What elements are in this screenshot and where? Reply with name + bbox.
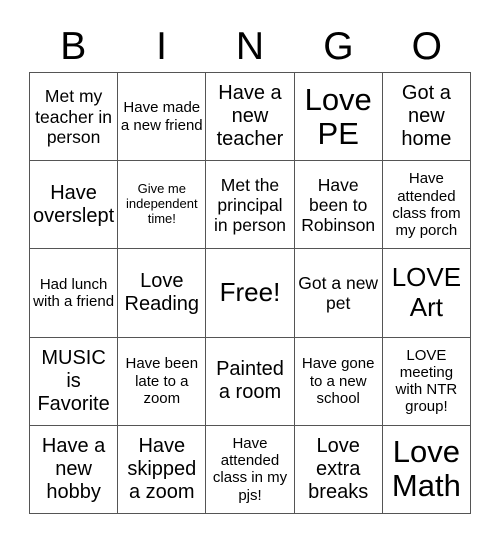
bingo-cell[interactable]: MUSIC is Favorite bbox=[30, 337, 119, 426]
cell-text: Have skipped a zoom bbox=[127, 434, 197, 503]
bingo-cell[interactable]: Had lunch with a friend bbox=[30, 249, 119, 338]
bingo-cell[interactable]: Give me independent time! bbox=[118, 161, 207, 250]
cell-text: Free! bbox=[219, 277, 281, 308]
cell-text: Met the principal in person bbox=[213, 174, 286, 235]
bingo-cell[interactable]: Love Reading bbox=[118, 249, 207, 338]
cell-text: Have been to Robinson bbox=[301, 174, 376, 235]
cell-text: Got a new home bbox=[401, 82, 452, 151]
header-letter-b: B bbox=[60, 25, 87, 68]
cell-text: Love PE bbox=[304, 81, 372, 151]
cell-text: Met my teacher in person bbox=[35, 86, 113, 147]
bingo-header: B I N G O bbox=[29, 22, 471, 72]
bingo-cell[interactable]: Have attended class in my pjs! bbox=[206, 425, 295, 514]
bingo-cell[interactable]: Have a new teacher bbox=[206, 73, 295, 162]
header-letter-n: N bbox=[235, 25, 265, 68]
cell-text: Love Math bbox=[391, 434, 461, 504]
cell-text: Had lunch with a friend bbox=[33, 275, 115, 310]
bingo-cell[interactable]: Have attended class from my porch bbox=[382, 161, 471, 250]
header-letter-o: O bbox=[411, 25, 442, 68]
cell-text: Have made a new friend bbox=[120, 99, 203, 134]
bingo-cell[interactable]: Have overslept bbox=[30, 161, 119, 250]
cell-text: Have gone to a new school bbox=[301, 355, 375, 407]
bingo-cell[interactable]: Met my teacher in person bbox=[30, 73, 119, 162]
bingo-cell[interactable]: Love Math bbox=[382, 425, 471, 514]
cell-text: Have attended class in my pjs! bbox=[212, 434, 288, 504]
bingo-cell[interactable]: Have a new hobby bbox=[30, 425, 119, 514]
cell-text: Give me independent time! bbox=[126, 181, 198, 227]
cell-text: Have attended class from my porch bbox=[392, 170, 461, 240]
cell-text: LOVE Art bbox=[391, 262, 462, 322]
bingo-cell[interactable]: Have been late to a zoom bbox=[118, 337, 207, 426]
header-letter-g: G bbox=[323, 25, 354, 68]
bingo-cell[interactable]: Have skipped a zoom bbox=[118, 425, 207, 514]
bingo-cell[interactable]: Painted a room bbox=[206, 337, 295, 426]
bingo-cell[interactable]: LOVE meeting with NTR group! bbox=[382, 337, 471, 426]
bingo-cell[interactable]: Love PE bbox=[294, 73, 383, 162]
cell-text: Painted a room bbox=[216, 358, 284, 404]
bingo-cell[interactable]: Got a new home bbox=[382, 73, 471, 162]
cell-text: Have been late to a zoom bbox=[125, 355, 199, 407]
cell-text: Love extra breaks bbox=[308, 434, 369, 503]
bingo-cell[interactable]: Have made a new friend bbox=[118, 73, 207, 162]
bingo-cell[interactable]: LOVE Art bbox=[382, 249, 471, 338]
bingo-board: Met my teacher in person Have made a new… bbox=[29, 72, 471, 514]
cell-text: MUSIC is Favorite bbox=[37, 346, 110, 415]
header-letter-i: I bbox=[156, 25, 168, 68]
bingo-cell[interactable]: Have gone to a new school bbox=[294, 337, 383, 426]
cell-text: Got a new pet bbox=[298, 272, 379, 313]
bingo-cell[interactable]: Have been to Robinson bbox=[294, 161, 383, 250]
free-space-cell[interactable]: Free! bbox=[206, 249, 295, 338]
cell-text: Have a new hobby bbox=[41, 434, 106, 503]
bingo-cell[interactable]: Love extra breaks bbox=[294, 425, 383, 514]
cell-text: Love Reading bbox=[124, 269, 200, 315]
bingo-cell[interactable]: Met the principal in person bbox=[206, 161, 295, 250]
cell-text: Have overslept bbox=[33, 181, 115, 227]
bingo-cell[interactable]: Got a new pet bbox=[294, 249, 383, 338]
cell-text: LOVE meeting with NTR group! bbox=[395, 346, 458, 416]
cell-text: Have a new teacher bbox=[216, 82, 284, 151]
